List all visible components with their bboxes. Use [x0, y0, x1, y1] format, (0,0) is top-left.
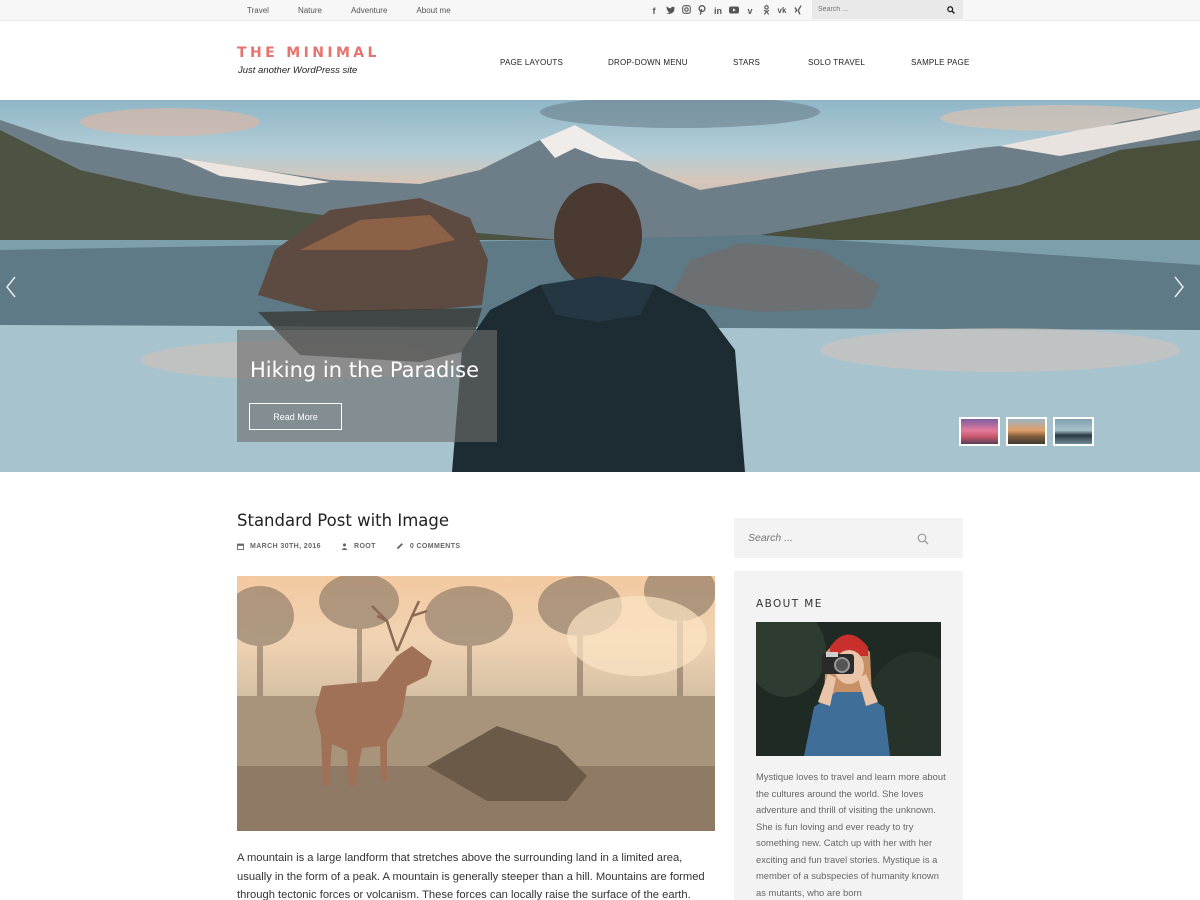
top-nav-nature[interactable]: Nature	[298, 6, 322, 15]
photographer-image	[756, 622, 941, 756]
post-comments-text: 0 COMMENTS	[409, 542, 461, 550]
top-search-input[interactable]	[812, 0, 937, 19]
post-date-text: MARCH 30TH, 2016	[250, 542, 321, 550]
hero-slider: Hiking in the Paradise Read More	[0, 100, 1200, 472]
xing-icon[interactable]	[790, 4, 806, 17]
slider-prev-icon[interactable]	[4, 276, 18, 298]
top-nav-adventure[interactable]: Adventure	[351, 6, 387, 15]
post-featured-image[interactable]	[237, 576, 715, 831]
facebook-icon[interactable]: f	[646, 6, 662, 16]
vimeo-icon[interactable]: v	[742, 6, 758, 16]
top-nav-travel[interactable]: Travel	[247, 6, 269, 15]
top-bar: Travel Nature Adventure About me f in v …	[0, 0, 1200, 21]
slide-thumbnail-1[interactable]	[959, 417, 1000, 446]
nav-item-stars[interactable]: STARS	[733, 58, 760, 67]
vk-icon[interactable]: vk	[774, 6, 790, 15]
slide-title[interactable]: Hiking in the Paradise	[250, 358, 479, 382]
user-icon	[341, 542, 348, 550]
sidebar-search	[734, 518, 963, 558]
post-excerpt: A mountain is a large landform that stre…	[237, 852, 705, 900]
nav-item-solo-travel[interactable]: SOLO TRAVEL	[808, 58, 865, 67]
odnoklassniki-icon[interactable]	[758, 4, 774, 17]
post-author[interactable]: ROOT	[341, 543, 376, 550]
calendar-icon	[237, 543, 244, 550]
about-me-photo	[756, 622, 941, 756]
nav-item-sample-page[interactable]: SAMPLE PAGE	[911, 58, 970, 67]
about-me-widget: ABOUT ME Mystique loves to travel and le…	[734, 571, 963, 900]
post-title[interactable]: Standard Post with Image	[237, 511, 449, 530]
post-meta: MARCH 30TH, 2016 ROOT 0 COMMENTS	[237, 541, 480, 551]
nav-item-drop-down-menu[interactable]: DROP-DOWN MENU	[608, 58, 688, 67]
deer-image	[237, 576, 715, 831]
about-me-title: ABOUT ME	[756, 598, 823, 610]
post-date[interactable]: MARCH 30TH, 2016	[237, 543, 321, 550]
social-icons: f in v vk	[646, 0, 806, 21]
post-comments[interactable]: 0 COMMENTS	[396, 542, 461, 550]
pencil-icon	[396, 543, 403, 549]
sidebar-search-input[interactable]	[734, 518, 914, 558]
slide-thumbnail-2[interactable]	[1006, 417, 1047, 446]
slider-next-icon[interactable]	[1172, 276, 1186, 298]
top-nav: Travel Nature Adventure About me	[247, 0, 481, 21]
post-author-text: ROOT	[353, 542, 376, 550]
main-nav: PAGE LAYOUTS DROP-DOWN MENU STARS SOLO T…	[0, 58, 1200, 70]
youtube-icon[interactable]	[726, 6, 742, 16]
search-icon[interactable]	[947, 6, 955, 14]
top-search	[812, 0, 963, 19]
slide-thumbnail-3[interactable]	[1053, 417, 1094, 446]
linkedin-icon[interactable]: in	[710, 6, 726, 16]
nav-item-page-layouts[interactable]: PAGE LAYOUTS	[500, 58, 563, 67]
slide-caption: Hiking in the Paradise Read More	[237, 330, 497, 442]
twitter-icon[interactable]	[662, 5, 678, 16]
pinterest-icon[interactable]	[694, 4, 710, 17]
about-me-text: Mystique loves to travel and learn more …	[756, 771, 946, 898]
search-icon[interactable]	[917, 533, 929, 545]
top-nav-about-me[interactable]: About me	[416, 6, 450, 15]
read-more-button[interactable]: Read More	[249, 403, 342, 430]
instagram-icon[interactable]	[678, 5, 694, 16]
slider-thumbnails	[959, 417, 1100, 446]
